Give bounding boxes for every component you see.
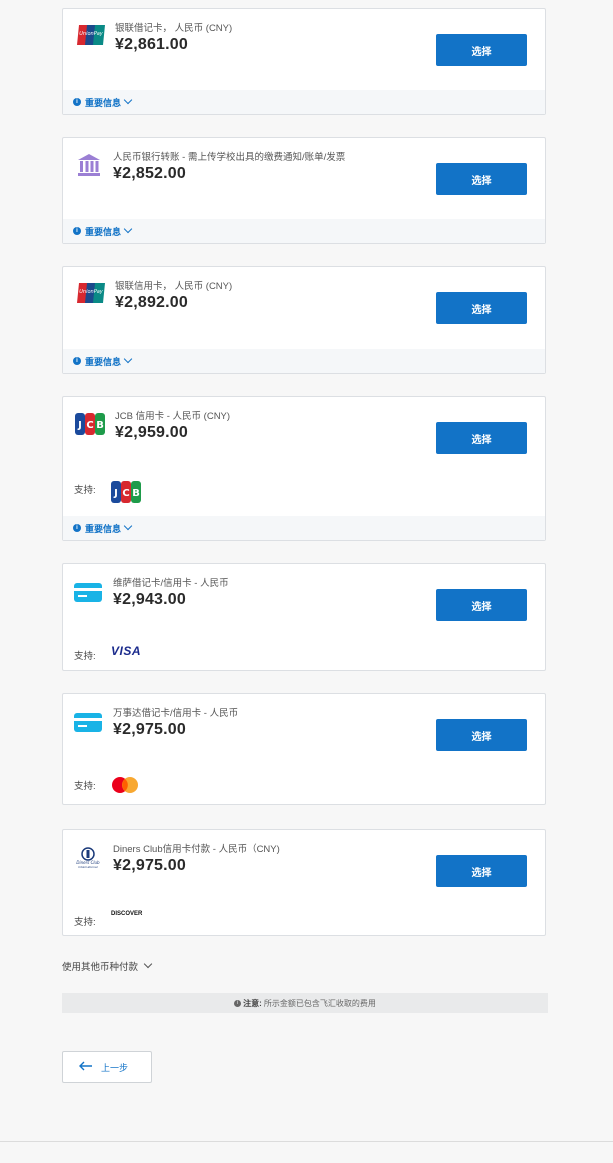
- svg-text:B: B: [132, 488, 140, 499]
- payment-option-mastercard: 万事达借记卡/信用卡 - 人民币 ¥2,975.00 选择 支持:: [62, 693, 546, 805]
- option-price: ¥2,959.00: [115, 424, 188, 441]
- supported-label: 支持:: [74, 651, 96, 662]
- other-currency-toggle[interactable]: 使用其他币种付款: [62, 959, 153, 973]
- chevron-down-icon: [123, 95, 133, 105]
- important-info-toggle[interactable]: i 重要信息: [63, 516, 545, 540]
- important-info-label: 重要信息: [85, 97, 122, 108]
- payment-option-unionpay-credit: UnionPay 银联信用卡， 人民币 (CNY) ¥2,892.00 选择 i…: [62, 266, 546, 374]
- svg-text:UnionPay: UnionPay: [79, 31, 104, 37]
- note-label: 注意:: [243, 998, 262, 1008]
- supported-label: 支持:: [74, 485, 96, 496]
- credit-card-icon: [74, 583, 102, 607]
- option-price: ¥2,975.00: [113, 721, 186, 738]
- supported-label: 支持:: [74, 917, 96, 928]
- jcb-logo-icon: JCB: [111, 481, 141, 508]
- select-button[interactable]: 选择: [436, 855, 527, 887]
- arrow-left-icon: [79, 1061, 93, 1073]
- info-icon: i: [73, 227, 81, 235]
- unionpay-icon: UnionPay: [77, 283, 105, 308]
- select-button[interactable]: 选择: [436, 422, 527, 454]
- option-price: ¥2,892.00: [115, 294, 188, 311]
- svg-text:J: J: [113, 488, 118, 499]
- important-info-toggle[interactable]: i 重要信息: [63, 219, 545, 243]
- option-description: 万事达借记卡/信用卡 - 人民币: [113, 708, 239, 719]
- supported-label: 支持:: [74, 781, 96, 792]
- svg-text:International: International: [78, 865, 97, 869]
- back-button[interactable]: 上一步: [62, 1051, 152, 1083]
- svg-text:C: C: [122, 488, 129, 499]
- option-description: 维萨借记卡/信用卡 - 人民币: [113, 578, 229, 589]
- option-price: ¥2,852.00: [113, 165, 186, 182]
- option-description: 银联借记卡， 人民币 (CNY): [115, 23, 233, 34]
- mastercard-logo-icon: [111, 776, 139, 799]
- payment-option-diners-club: Diners Club International Diners Club信用卡付…: [62, 829, 546, 936]
- note-text: 所示金额已包含飞汇收取的费用: [263, 998, 376, 1008]
- important-info-label: 重要信息: [85, 356, 122, 367]
- chevron-down-icon: [123, 224, 133, 234]
- select-button[interactable]: 选择: [436, 34, 527, 66]
- payment-option-unionpay-debit: UnionPay 银联借记卡， 人民币 (CNY) ¥2,861.00 选择 i…: [62, 8, 546, 115]
- info-icon: i: [73, 357, 81, 365]
- option-price: ¥2,861.00: [115, 36, 188, 53]
- svg-text:J: J: [77, 420, 82, 431]
- info-icon: i: [73, 524, 81, 532]
- important-info-toggle[interactable]: i 重要信息: [63, 90, 545, 114]
- select-button[interactable]: 选择: [436, 292, 527, 324]
- option-description: 银联信用卡， 人民币 (CNY): [115, 281, 233, 292]
- payment-option-bank-transfer: 人民币银行转账 - 需上传学校出具的缴费通知/账单/发票 ¥2,852.00 选…: [62, 137, 546, 244]
- fee-note: i 注意: 所示金额已包含飞汇收取的费用: [62, 993, 548, 1013]
- select-button[interactable]: 选择: [436, 719, 527, 751]
- info-icon: i: [73, 98, 81, 106]
- select-button[interactable]: 选择: [436, 589, 527, 621]
- bank-icon: [77, 154, 101, 181]
- visa-logo: VISA: [111, 644, 142, 658]
- payment-option-jcb: JCB JCB 信用卡 - 人民币 (CNY) ¥2,959.00 选择 支持:…: [62, 396, 546, 541]
- select-button[interactable]: 选择: [436, 163, 527, 195]
- svg-text:B: B: [96, 420, 104, 431]
- option-price: ¥2,943.00: [113, 591, 186, 608]
- option-description: JCB 信用卡 - 人民币 (CNY): [115, 411, 231, 422]
- important-info-toggle[interactable]: i 重要信息: [63, 349, 545, 373]
- option-description: 人民币银行转账 - 需上传学校出具的缴费通知/账单/发票: [113, 152, 346, 163]
- discover-logo: DISCOVER: [111, 911, 143, 917]
- chevron-down-icon: [123, 521, 133, 531]
- payment-option-visa: 维萨借记卡/信用卡 - 人民币 ¥2,943.00 选择 支持: VISA: [62, 563, 546, 671]
- important-info-label: 重要信息: [85, 523, 122, 534]
- important-info-label: 重要信息: [85, 226, 122, 237]
- info-icon: i: [234, 999, 242, 1007]
- other-currency-label: 使用其他币种付款: [62, 962, 139, 973]
- jcb-icon: JCB: [75, 413, 105, 440]
- option-price: ¥2,975.00: [113, 857, 186, 874]
- svg-text:UnionPay: UnionPay: [79, 289, 104, 295]
- credit-card-icon: [74, 713, 102, 737]
- diners-club-icon: Diners Club International: [75, 847, 101, 874]
- footer-divider: [0, 1141, 613, 1142]
- chevron-down-icon: [143, 959, 153, 969]
- back-label: 上一步: [101, 1062, 129, 1073]
- chevron-down-icon: [123, 354, 133, 364]
- svg-text:C: C: [86, 420, 93, 431]
- option-description: Diners Club信用卡付款 - 人民币（CNY): [113, 844, 280, 855]
- unionpay-icon: UnionPay: [77, 25, 105, 50]
